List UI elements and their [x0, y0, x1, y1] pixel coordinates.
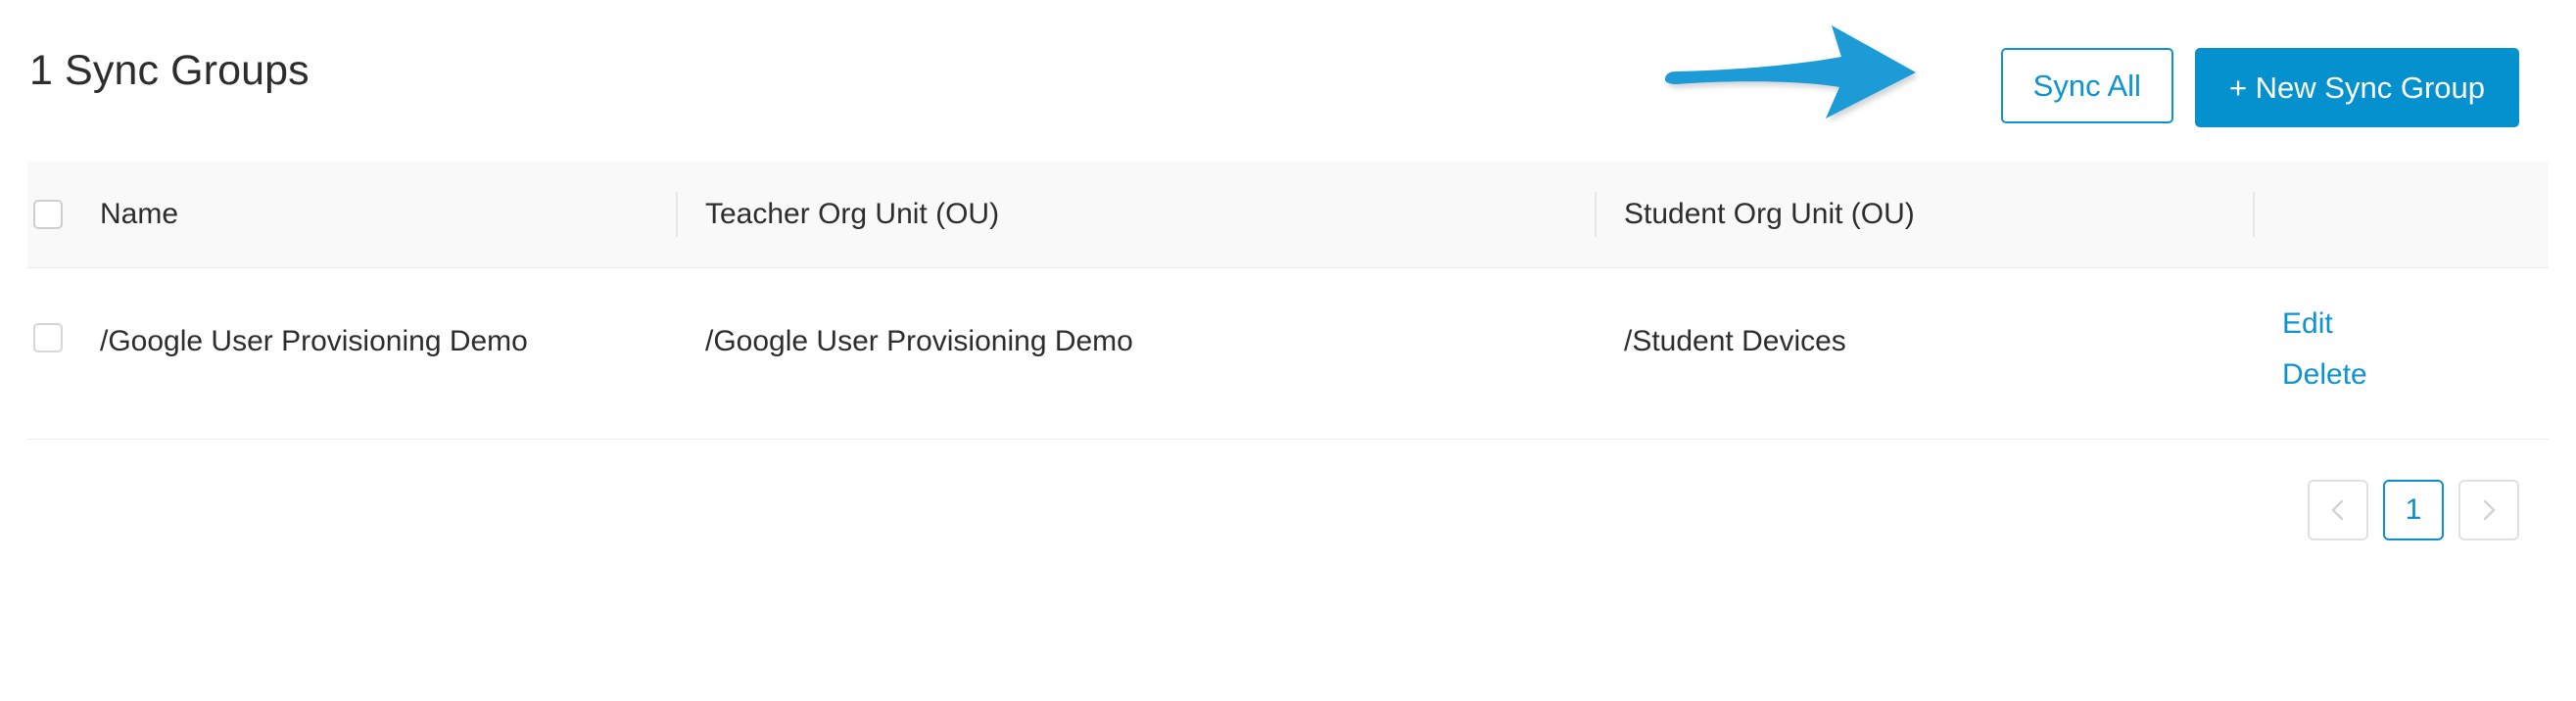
chevron-right-icon	[2483, 499, 2496, 521]
select-all-checkbox[interactable]	[33, 200, 63, 229]
cell-name-text: /Google User Provisioning Demo	[100, 325, 528, 357]
select-all-cell	[27, 162, 72, 267]
column-header-student-ou-label: Student Org Unit (OU)	[1624, 198, 1915, 230]
pagination-next-button[interactable]	[2458, 480, 2519, 540]
cell-teacher-ou-text: /Google User Provisioning Demo	[705, 325, 1133, 357]
row-select-cell	[27, 268, 72, 439]
column-header-name[interactable]: Name	[72, 162, 676, 267]
new-sync-group-button[interactable]: + New Sync Group	[2194, 48, 2519, 127]
edit-link[interactable]: Edit	[2282, 305, 2367, 343]
column-header-student-ou[interactable]: Student Org Unit (OU)	[1595, 162, 2253, 267]
column-header-name-label: Name	[100, 198, 179, 230]
cell-student-ou: /Student Devices	[1595, 268, 2253, 439]
cell-student-ou-text: /Student Devices	[1624, 325, 1846, 357]
column-header-teacher-ou[interactable]: Teacher Org Unit (OU)	[676, 162, 1595, 267]
table-header-row: Name Teacher Org Unit (OU) Student Org U…	[27, 162, 2549, 268]
row-action-links: Edit Delete	[2282, 305, 2367, 393]
cell-name: /Google User Provisioning Demo	[72, 268, 676, 439]
page-header: 1 Sync Groups Sync All + New Sync Group	[0, 0, 2576, 162]
pagination-prev-button[interactable]	[2308, 480, 2368, 540]
sync-all-button[interactable]: Sync All	[2000, 48, 2173, 123]
arrow-right-icon	[1663, 20, 1918, 122]
sync-groups-page: 1 Sync Groups Sync All + New Sync Group	[0, 0, 2576, 701]
column-header-actions	[2253, 162, 2549, 267]
cell-actions: Edit Delete	[2253, 268, 2549, 439]
cell-teacher-ou: /Google User Provisioning Demo	[676, 268, 1595, 439]
pagination-page-1-label: 1	[2405, 493, 2422, 526]
delete-link[interactable]: Delete	[2282, 356, 2367, 394]
column-header-teacher-ou-label: Teacher Org Unit (OU)	[705, 198, 1000, 230]
page-title: 1 Sync Groups	[29, 47, 310, 94]
pagination: 1	[2308, 480, 2519, 540]
header-actions: Sync All + New Sync Group	[2000, 48, 2519, 127]
row-select-checkbox[interactable]	[33, 323, 63, 352]
sync-groups-table: Name Teacher Org Unit (OU) Student Org U…	[27, 162, 2549, 440]
pagination-page-1-button[interactable]: 1	[2383, 480, 2444, 540]
table-row: /Google User Provisioning Demo /Google U…	[27, 268, 2549, 440]
chevron-left-icon	[2331, 499, 2344, 521]
